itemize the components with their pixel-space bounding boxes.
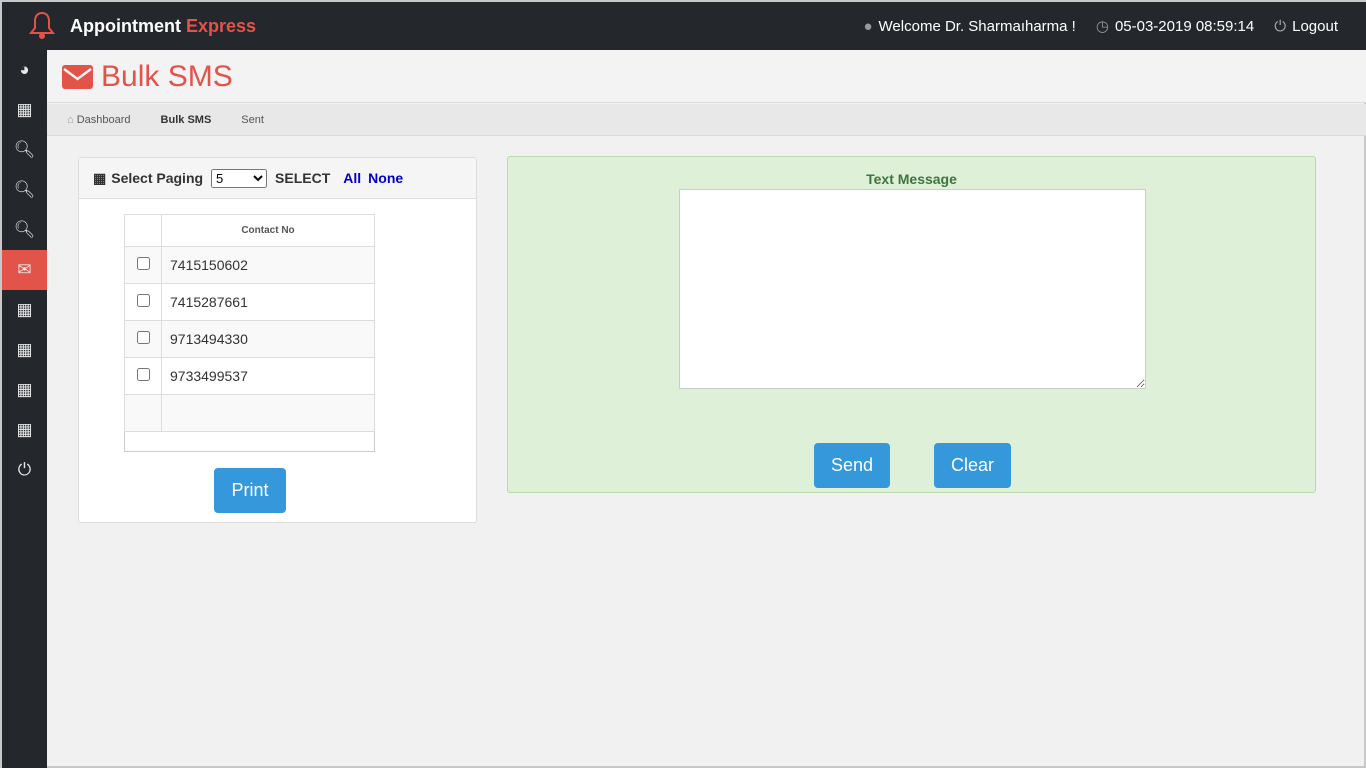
sidebar-item-calendar-3[interactable]: ▦: [2, 330, 47, 370]
breadcrumb-bulk-sms[interactable]: Bulk SMS: [161, 114, 212, 126]
row-checkbox[interactable]: [136, 294, 150, 307]
contacts-table: Contact No 7415150602 7415287661 9713494…: [124, 214, 375, 452]
table-row: 7415150602: [124, 246, 375, 284]
sidebar: ◕ ▦ 🔍︎ 🔍︎ 🔍︎ ✉ ▦ ▦ ▦ ▦ ⏻: [2, 50, 47, 768]
search-icon: 🔍︎: [13, 180, 36, 199]
top-bar: Appointment Express ● Welcome Dr. Sharmaı…: [2, 2, 1366, 50]
sidebar-item-calendar[interactable]: ▦: [2, 90, 47, 130]
row-checkbox[interactable]: [136, 257, 150, 270]
envelope-icon: [62, 65, 93, 89]
calendar-icon: ▦: [16, 340, 33, 359]
welcome-text: ● Welcome Dr. Sharmaıharma !: [863, 17, 1076, 35]
table-row: 7415287661: [124, 283, 375, 321]
breadcrumb-sent[interactable]: Sent: [241, 114, 264, 126]
text-message-label: Text Message: [866, 171, 957, 187]
select-all-link[interactable]: All: [343, 170, 361, 186]
logout-link[interactable]: ⏻ Logout: [1274, 18, 1338, 35]
clear-button[interactable]: Clear: [934, 443, 1011, 488]
sidebar-item-calendar-4[interactable]: ▦: [2, 370, 47, 410]
calendar-icon: ▦: [16, 420, 33, 439]
search-icon: 🔍︎: [13, 220, 36, 239]
datetime: ◷ 05-03-2019 08:59:14: [1095, 17, 1255, 36]
select-none-link[interactable]: None: [368, 170, 403, 186]
print-button[interactable]: Print: [214, 468, 286, 513]
app-title: Appointment Express: [70, 16, 257, 36]
column-header: Contact No: [161, 214, 375, 247]
paging-select[interactable]: 5: [211, 168, 268, 188]
sidebar-item-search-2[interactable]: 🔍︎: [2, 170, 47, 210]
clock-icon: ◷: [1095, 18, 1109, 35]
send-button[interactable]: Send: [814, 443, 890, 488]
sidebar-item-calendar-2[interactable]: ▦: [2, 290, 47, 330]
table-row: 9713494330: [124, 320, 375, 358]
sidebar-item-search-1[interactable]: 🔍︎: [2, 130, 47, 170]
envelope-icon: ✉: [17, 260, 32, 279]
user-icon: ●: [863, 17, 873, 35]
row-checkbox[interactable]: [136, 331, 150, 344]
calendar-icon: ▦: [16, 300, 33, 319]
text-message-input[interactable]: [679, 189, 1146, 389]
contacts-panel: ▦ Select Paging 5 SELECT All None Contac…: [78, 157, 477, 523]
page-title: Bulk SMS: [62, 60, 233, 94]
sidebar-item-power[interactable]: ⏻: [2, 450, 47, 490]
breadcrumb: ⌂ Dashboard Bulk SMS Sent: [47, 104, 1366, 136]
home-icon: ⌂: [67, 113, 74, 126]
power-icon: ⏻: [17, 460, 32, 479]
breadcrumb-dashboard[interactable]: ⌂ Dashboard: [67, 114, 131, 126]
search-icon: 🔍︎: [13, 140, 36, 159]
power-icon: ⏻: [1274, 17, 1287, 35]
sidebar-item-search-3[interactable]: 🔍︎: [2, 210, 47, 250]
sidebar-item-dashboard[interactable]: ◕: [2, 50, 47, 90]
page-header: Bulk SMS: [47, 50, 1366, 103]
message-panel: Text Message Send Clear: [507, 156, 1316, 493]
calendar-icon: ▦: [16, 100, 33, 119]
bell-icon: [28, 11, 56, 39]
grid-icon: ▦: [93, 169, 107, 186]
sidebar-item-bulk-sms[interactable]: ✉: [2, 250, 47, 290]
sidebar-item-calendar-5[interactable]: ▦: [2, 410, 47, 450]
table-row: 9733499537: [124, 357, 375, 395]
table-row-empty: [124, 394, 375, 432]
dashboard-icon: ◕: [19, 60, 30, 79]
calendar-icon: ▦: [16, 380, 33, 399]
row-checkbox[interactable]: [136, 368, 150, 381]
